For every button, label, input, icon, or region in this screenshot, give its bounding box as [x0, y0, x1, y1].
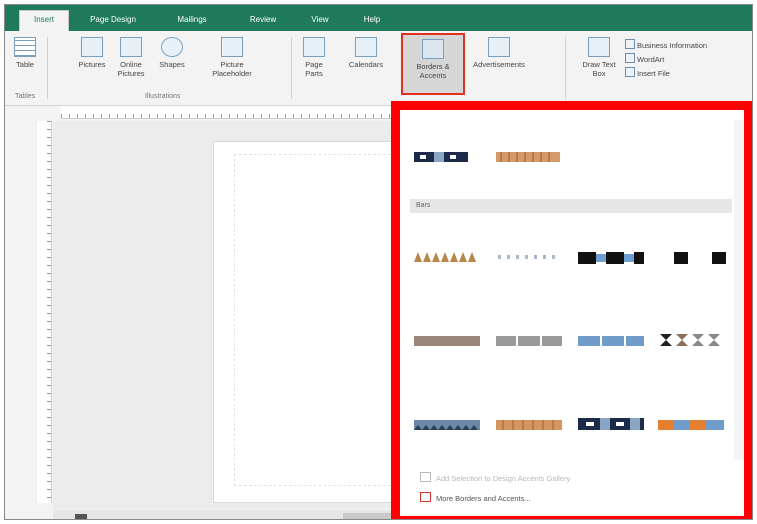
- business-information-icon: [625, 39, 635, 49]
- border-swatch: [414, 420, 480, 430]
- dropdown-gallery: Bars Add Selection to Design Accents Gal…: [400, 110, 744, 516]
- horizontal-scrollbar[interactable]: [53, 511, 393, 519]
- border-swatch: [498, 255, 555, 259]
- page-navigation-icon[interactable]: [75, 514, 87, 519]
- pictures-button[interactable]: Pictures: [75, 37, 109, 69]
- more-borders-accents-label: More Borders and Accents...: [436, 494, 531, 503]
- border-swatch: [414, 252, 476, 262]
- business-information-button[interactable]: Business Information: [625, 39, 707, 50]
- border-accent-item[interactable]: [578, 252, 644, 264]
- tab-mailings[interactable]: Mailings: [169, 11, 215, 31]
- border-swatch: [496, 420, 562, 430]
- border-swatch: [660, 334, 720, 346]
- wordart-button[interactable]: WordArt: [625, 53, 664, 64]
- bars-section-header: Bars: [410, 199, 732, 213]
- borders-accents-button[interactable]: Borders & Accents: [401, 33, 465, 95]
- pictures-icon: [81, 37, 103, 57]
- border-swatch: [658, 420, 724, 430]
- publisher-window: Insert Page Design Mailings Review View …: [4, 4, 753, 520]
- border-accent-item[interactable]: [414, 420, 480, 430]
- shapes-button[interactable]: Shapes: [155, 37, 189, 69]
- picture-placeholder-icon: [221, 37, 243, 57]
- shapes-icon: [161, 37, 183, 57]
- border-accent-item[interactable]: [496, 252, 562, 262]
- ribbon-separator: [565, 37, 566, 99]
- border-swatch: [414, 152, 468, 162]
- online-pictures-label: Online Pictures: [117, 60, 145, 78]
- border-swatch: [578, 252, 644, 264]
- border-accent-item[interactable]: [658, 420, 724, 430]
- table-icon: [14, 37, 36, 57]
- online-pictures-button[interactable]: Online Pictures: [113, 37, 149, 78]
- border-accent-item[interactable]: [496, 152, 560, 162]
- page-parts-icon: [303, 37, 325, 57]
- add-to-gallery-command[interactable]: Add Selection to Design Accents Gallery: [420, 472, 570, 483]
- table-button[interactable]: Table: [11, 37, 39, 69]
- add-gallery-icon: [420, 472, 431, 482]
- advertisements-icon: [488, 37, 510, 57]
- add-to-gallery-label: Add Selection to Design Accents Gallery: [436, 474, 571, 483]
- wordart-label: WordArt: [637, 55, 665, 64]
- border-swatch: [578, 418, 644, 430]
- borders-accents-label: Borders & Accents: [416, 62, 450, 80]
- text-box-icon: [588, 37, 610, 57]
- ribbon: Table Tables Pictures Online Pictures Sh…: [5, 31, 752, 106]
- borders-accents-icon: [422, 39, 444, 59]
- tab-review[interactable]: Review: [243, 11, 283, 31]
- border-swatch: [578, 336, 644, 346]
- vertical-ruler: [37, 121, 52, 503]
- border-accent-item[interactable]: [658, 334, 724, 346]
- advertisements-label: Advertisements: [473, 60, 525, 69]
- publication-page[interactable]: [213, 141, 405, 503]
- more-borders-icon: [420, 492, 431, 502]
- business-information-label: Business Information: [637, 41, 708, 50]
- shapes-label: Shapes: [159, 60, 185, 69]
- calendars-button[interactable]: Calendars: [343, 37, 389, 69]
- border-accent-item[interactable]: [496, 420, 562, 430]
- ribbon-tab-bar: Insert Page Design Mailings Review View …: [5, 5, 752, 32]
- tab-help[interactable]: Help: [357, 11, 387, 31]
- tab-view[interactable]: View: [305, 11, 335, 31]
- online-pictures-icon: [120, 37, 142, 57]
- ribbon-separator: [47, 37, 48, 99]
- border-accent-item[interactable]: [578, 336, 644, 346]
- tab-insert[interactable]: Insert: [19, 10, 69, 32]
- insert-file-icon: [625, 67, 635, 77]
- scrollbar-thumb[interactable]: [343, 513, 391, 519]
- ribbon-separator: [291, 37, 292, 99]
- horizontal-ruler: [61, 106, 401, 119]
- group-label-illustrations: Illustrations: [145, 93, 181, 100]
- border-accent-item[interactable]: [496, 336, 562, 346]
- workspace[interactable]: [53, 121, 405, 511]
- calendars-label: Calendars: [348, 60, 384, 69]
- border-accent-item[interactable]: [414, 252, 480, 262]
- picture-placeholder-button[interactable]: Picture Placeholder: [205, 37, 259, 78]
- group-label-tables: Tables: [15, 93, 36, 100]
- wordart-icon: [625, 53, 635, 63]
- border-accent-item[interactable]: [414, 336, 480, 346]
- border-swatch: [496, 152, 560, 162]
- table-label: Table: [16, 60, 34, 69]
- insert-file-label: Insert File: [637, 69, 670, 78]
- borders-accents-dropdown: Bars Add Selection to Design Accents Gal…: [391, 101, 752, 519]
- more-borders-accents-command[interactable]: More Borders and Accents...: [420, 492, 531, 503]
- border-swatch: [414, 336, 480, 346]
- border-swatch: [674, 252, 726, 264]
- border-swatch: [496, 336, 562, 346]
- draw-text-box-button[interactable]: Draw Text Box: [579, 37, 619, 78]
- dropdown-scrollbar[interactable]: [734, 120, 744, 460]
- insert-file-button[interactable]: Insert File: [625, 67, 670, 78]
- advertisements-button[interactable]: Advertisements: [471, 37, 527, 69]
- page-margin-guides: [234, 154, 396, 486]
- border-accent-item[interactable]: [658, 252, 728, 264]
- border-accent-item[interactable]: [578, 418, 644, 430]
- picture-placeholder-label: Picture Placeholder: [212, 60, 252, 78]
- tab-page-design[interactable]: Page Design: [83, 11, 143, 31]
- page-parts-button[interactable]: Page Parts: [297, 37, 331, 78]
- draw-text-box-label: Draw Text Box: [582, 60, 616, 78]
- page-parts-label: Page Parts: [305, 60, 323, 78]
- calendar-icon: [355, 37, 377, 57]
- pictures-label: Pictures: [78, 60, 106, 69]
- border-accent-item[interactable]: [414, 152, 468, 162]
